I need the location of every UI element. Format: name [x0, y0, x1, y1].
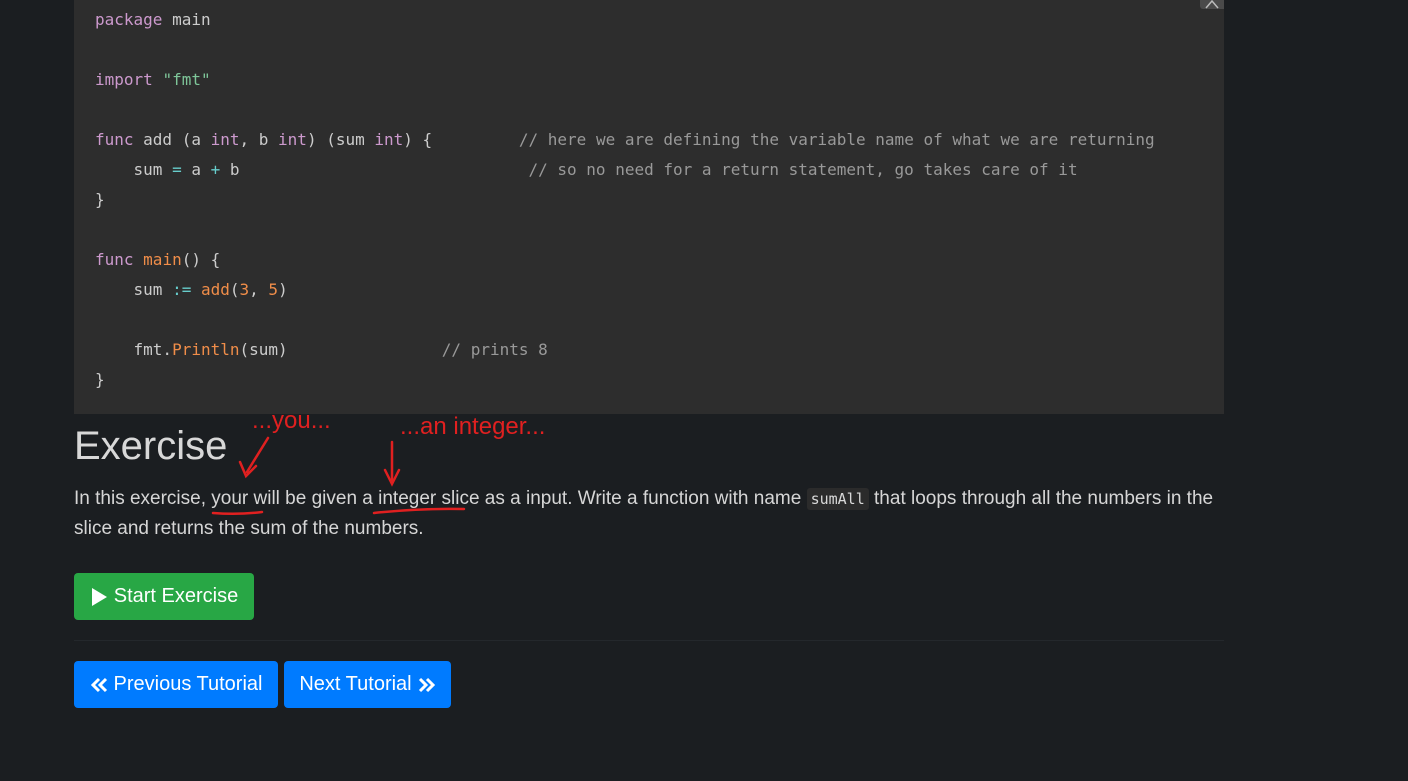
annotation-arrowhead-integer — [383, 468, 401, 487]
code-token: Println — [172, 340, 240, 359]
code-line: import "fmt" — [95, 70, 211, 89]
code-line: } — [95, 190, 105, 209]
code-token: sum — [95, 280, 173, 299]
divider — [74, 640, 1224, 641]
function-name-code: sumAll — [806, 488, 869, 510]
code-token: fmt. — [95, 340, 173, 359]
code-line: fmt.Println(sum) // prints 8 — [95, 340, 548, 359]
code-token: ) (sum — [306, 130, 375, 149]
code-token: main — [162, 10, 211, 29]
code-line: sum := add(3, 5) — [95, 280, 288, 299]
annotation-you: ...you... — [252, 407, 331, 434]
code-token: ) { — [403, 130, 519, 149]
code-token: ) — [278, 280, 288, 299]
code-token: b — [220, 160, 529, 179]
code-token: () { — [181, 250, 221, 269]
annotation-arrowhead-you — [238, 460, 258, 479]
start-exercise-label: Start Exercise — [113, 585, 239, 607]
code-token: "fmt" — [162, 70, 211, 89]
code-token: // here we are defining the variable nam… — [518, 130, 1155, 149]
code-token: add (a — [133, 130, 211, 149]
code-token: 5 — [268, 280, 279, 299]
code-block: package main import "fmt" func add (a in… — [74, 0, 1224, 414]
start-exercise-button[interactable]: Start Exercise — [74, 573, 254, 620]
play-icon — [91, 587, 107, 606]
code-token: sum — [95, 160, 173, 179]
code-token: int — [278, 130, 307, 149]
double-chevron-right-icon — [418, 677, 435, 692]
code-line: } — [95, 370, 105, 389]
annotation-an-integer: ...an integer... — [400, 413, 546, 440]
next-tutorial-button[interactable]: Next Tutorial — [284, 661, 451, 708]
code-line: sum = a + b // so no need for a return s… — [95, 160, 1078, 179]
code-token: } — [95, 190, 105, 209]
code-listing: package main import "fmt" func add (a in… — [74, 0, 1224, 395]
code-token: := — [172, 280, 192, 299]
code-line: package main — [95, 10, 211, 29]
exercise-description: In this exercise, your will be given a i… — [74, 484, 1234, 544]
code-token: + — [210, 160, 221, 179]
code-token: } — [95, 370, 105, 389]
code-token: func — [95, 130, 134, 149]
code-line: func add (a int, b int) (sum int) { // h… — [95, 130, 1155, 149]
code-token: = — [172, 160, 182, 179]
annotation-arrow-you — [245, 436, 270, 474]
previous-tutorial-button[interactable]: Previous Tutorial — [74, 661, 278, 708]
code-token: 3 — [239, 280, 250, 299]
exercise-text-part1: In this exercise, your will be given a i… — [74, 488, 807, 509]
code-token: add — [200, 280, 230, 299]
code-token: func — [95, 250, 134, 269]
code-token: int — [210, 130, 240, 149]
code-token: (sum) — [239, 340, 442, 359]
code-token: package — [95, 10, 163, 29]
code-token: int — [374, 130, 404, 149]
next-tutorial-label: Next Tutorial — [299, 673, 412, 695]
exercise-title: Exercise — [74, 424, 228, 468]
code-token: import — [95, 70, 153, 89]
code-token: // prints 8 — [441, 340, 548, 359]
code-line: func main() { — [95, 250, 220, 269]
double-chevron-left-icon — [90, 677, 107, 692]
code-token: ( — [229, 280, 240, 299]
code-token: , — [249, 280, 269, 299]
previous-tutorial-label: Previous Tutorial — [113, 673, 263, 695]
code-token: , b — [239, 130, 279, 149]
expand-icon[interactable] — [1200, 0, 1224, 9]
code-token: a — [181, 160, 211, 179]
code-token: main — [143, 250, 182, 269]
code-token: // so no need for a return statement, go… — [528, 160, 1078, 179]
